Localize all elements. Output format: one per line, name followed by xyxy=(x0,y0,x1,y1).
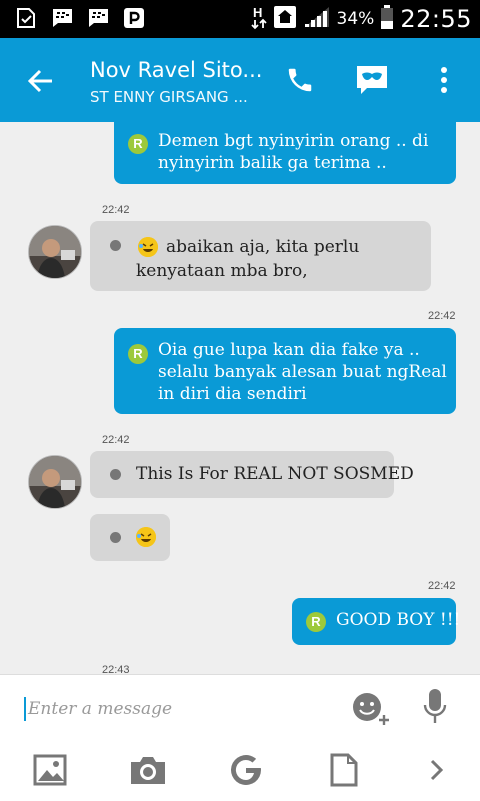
message-timestamp: 22:42 xyxy=(102,204,130,216)
text-cursor xyxy=(24,697,26,721)
microphone-icon xyxy=(423,689,447,723)
more-vert-icon xyxy=(441,67,447,93)
overflow-menu-button[interactable] xyxy=(426,62,462,98)
message-bubble-incoming[interactable]: This Is For REAL NOT SOSMED xyxy=(90,451,414,498)
message-bubble-outgoing[interactable]: R Demen bgt nyinyirin orang .. di nyinyi… xyxy=(114,122,456,184)
message-bubble-incoming[interactable] xyxy=(90,514,170,561)
message-text: Demen bgt nyinyirin orang .. di nyinyiri… xyxy=(158,131,429,173)
contact-name[interactable]: Nov Ravel Sito... xyxy=(90,58,262,82)
bbm-icon xyxy=(86,6,110,30)
message-list[interactable]: R Demen bgt nyinyirin orang .. di nyinyi… xyxy=(0,122,480,674)
message-text: kenyataan mba bro, xyxy=(136,261,308,281)
message-input-placeholder: Enter a message xyxy=(28,699,173,719)
phone-icon xyxy=(288,68,312,92)
message-text: GOOD BOY !!! xyxy=(336,610,461,630)
read-receipt-badge: R xyxy=(128,134,148,154)
message-text: Oia gue lupa kan dia fake ya .. selalu b… xyxy=(158,340,447,382)
document-icon xyxy=(330,753,358,787)
read-receipt-badge: R xyxy=(128,344,148,364)
screenshot-icon xyxy=(14,6,38,30)
chat-header: Nov Ravel Sito... ST ENNY GIRSANG ... xyxy=(0,38,480,122)
message-status-dot xyxy=(110,532,121,543)
home-network-icon xyxy=(273,5,297,33)
clock: 22:55 xyxy=(400,5,472,33)
image-icon xyxy=(33,754,67,786)
bbm-icon xyxy=(50,6,74,30)
signal-icon xyxy=(303,5,331,33)
google-icon xyxy=(231,754,261,785)
avatar[interactable] xyxy=(28,225,82,279)
add-emoji-icon xyxy=(353,693,389,725)
system-status: H 34% 22:55 xyxy=(250,4,472,34)
message-timestamp: 22:43 xyxy=(102,664,130,674)
message-composer: Enter a message xyxy=(0,674,480,801)
contact-status: ST ENNY GIRSANG ... xyxy=(90,88,248,106)
read-receipt-badge: R xyxy=(306,612,326,632)
more-attachments-button[interactable] xyxy=(422,753,452,787)
avatar[interactable] xyxy=(28,455,82,509)
message-timestamp: 22:42 xyxy=(102,434,130,446)
pinterest-icon xyxy=(122,6,146,30)
message-text: This Is For REAL NOT SOSMED xyxy=(136,464,414,484)
message-text: abaikan aja, kita perlu xyxy=(166,237,360,257)
camera-button[interactable] xyxy=(127,751,169,789)
attach-file-button[interactable] xyxy=(326,751,362,789)
data-transfer-icon: H xyxy=(250,4,267,34)
laughing-emoji-icon xyxy=(136,527,156,547)
notification-icons xyxy=(14,6,146,30)
arrow-left-icon xyxy=(27,69,52,93)
mask-chat-icon xyxy=(357,66,387,94)
google-search-button[interactable] xyxy=(226,751,266,789)
laughing-emoji-icon xyxy=(138,237,158,257)
gallery-button[interactable] xyxy=(30,751,70,789)
chevron-right-icon xyxy=(430,759,444,781)
message-bubble-outgoing[interactable]: R GOOD BOY !!! xyxy=(292,598,460,645)
message-input[interactable]: Enter a message xyxy=(24,693,324,725)
emoji-button[interactable] xyxy=(350,689,392,729)
call-button[interactable] xyxy=(282,62,318,98)
voice-note-button[interactable] xyxy=(418,687,452,727)
camera-icon xyxy=(131,757,165,784)
back-button[interactable] xyxy=(24,64,58,98)
status-bar: H 34% 22:55 xyxy=(0,0,480,38)
video-chat-button[interactable] xyxy=(354,62,390,98)
svg-text:H: H xyxy=(253,5,262,20)
message-bubble-outgoing[interactable]: R Oia gue lupa kan dia fake ya .. selalu… xyxy=(114,328,456,414)
message-timestamp: 22:42 xyxy=(428,310,456,322)
battery-icon xyxy=(380,4,394,34)
battery-percent: 34% xyxy=(336,9,375,29)
message-bubble-incoming[interactable]: abaikan aja, kita perlu kenyataan mba br… xyxy=(90,221,431,291)
message-timestamp: 22:42 xyxy=(428,580,456,592)
message-status-dot xyxy=(110,240,121,251)
message-text: in diri dia sendiri xyxy=(158,384,307,404)
message-status-dot xyxy=(110,469,121,480)
